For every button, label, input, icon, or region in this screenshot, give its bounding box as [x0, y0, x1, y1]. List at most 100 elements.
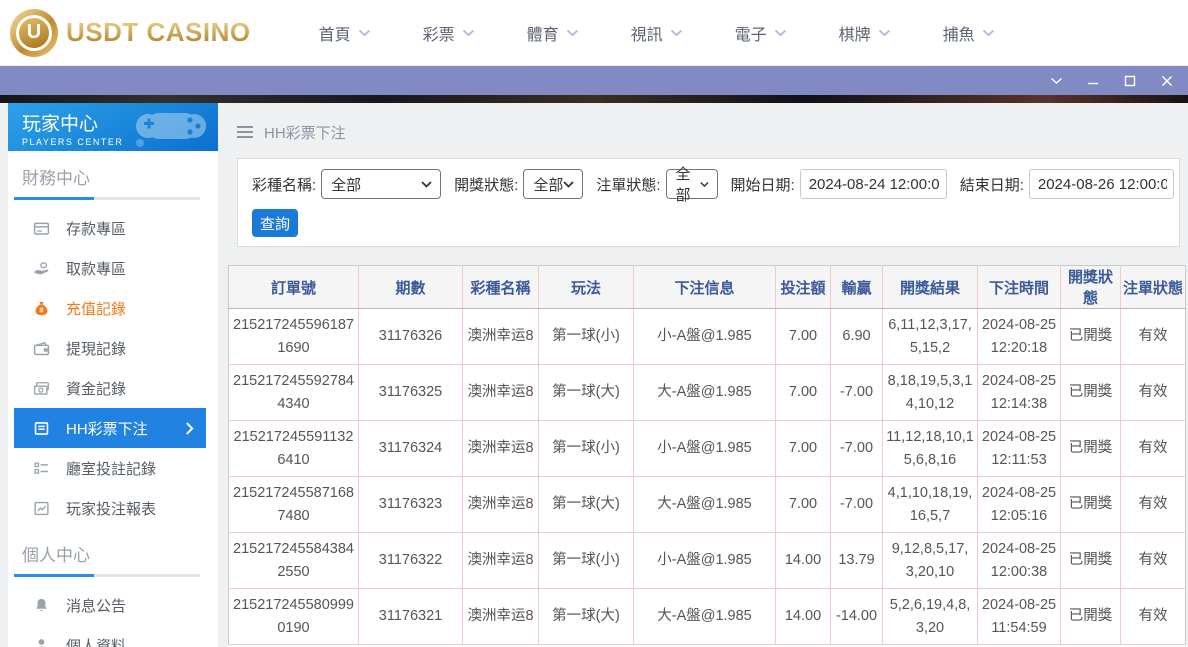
chevron-down-icon [982, 29, 995, 37]
table-cell: 大-A盤@1.985 [633, 588, 776, 645]
table-cell: 已開獎 [1060, 308, 1121, 365]
column-header-4: 玩法 [538, 265, 634, 309]
table-row: 2152172455871687480 31176323 澳洲幸运8 第一球(大) 大-… [228, 476, 1186, 533]
menu-toggle-icon[interactable] [237, 126, 253, 138]
table-cell: 澳洲幸运8 [462, 308, 539, 365]
nav-item-5[interactable]: 電子 [709, 0, 813, 66]
table-cell: 31176322 [358, 532, 463, 589]
table-cell: 2024-08-25 12:00:38 [977, 532, 1061, 589]
table-cell: 已開獎 [1060, 588, 1121, 645]
table-cell: 31176324 [358, 420, 463, 477]
table-cell: 已開獎 [1060, 532, 1121, 589]
column-header-10: 開獎狀態 [1060, 265, 1121, 309]
nav-item-7[interactable]: 捕魚 [917, 0, 1021, 66]
table-cell: 2152172455843842550 [228, 532, 359, 589]
nav-item-4[interactable]: 視訊 [605, 0, 709, 66]
draw-status-label: 開獎狀態: [454, 176, 519, 194]
table-cell: 11,12,18,10,15,6,8,16 [882, 420, 978, 477]
maximize-icon[interactable] [1119, 70, 1141, 92]
table-cell: 第一球(小) [538, 532, 634, 589]
column-header-5: 下注信息 [633, 265, 776, 309]
draw-status-select[interactable]: 全部 [523, 169, 584, 199]
close-icon[interactable] [1156, 70, 1178, 92]
table-cell: 8,18,19,5,3,14,10,12 [882, 364, 978, 421]
ledger-icon [33, 420, 50, 437]
app-window: U USDT CASINO 首頁 彩票 體育 視訊 電子 棋牌 捕魚 玩家中心 PLAYER… [0, 0, 1188, 647]
chevron-down-icon [421, 180, 432, 188]
table-header-row: 訂單號 期數 彩種名稱 玩法 下注信息 投注額 輸贏 開獎結果 下注時間 開獎狀態 注單狀態 [228, 265, 1186, 309]
sidebar-item-0-4[interactable]: 資金記錄 [8, 368, 218, 408]
table-cell: 澳洲幸运8 [462, 588, 539, 645]
start-date-label: 開始日期: [730, 176, 795, 194]
chevron-down-icon [774, 29, 787, 37]
coin-icon: U [10, 8, 58, 57]
sidebar-item-0-3[interactable]: 提現記錄 [8, 328, 218, 368]
nav-item-6[interactable]: 棋牌 [813, 0, 917, 66]
table-cell: 2024-08-25 12:05:16 [977, 476, 1061, 533]
sidebar-item-0-5[interactable]: HH彩票下注 [14, 408, 206, 448]
bet-status-select[interactable]: 全部 [665, 166, 718, 204]
sidebar-header: 玩家中心 PLAYERS CENTER [8, 103, 218, 151]
chevron-down-icon [358, 29, 371, 37]
sidebar-item-label: HH彩票下注 [66, 420, 148, 438]
filter-row: 彩種名稱: 全部 開獎狀態: 全部 注單狀態: 全部 開始日期: 2024-08… [248, 166, 1174, 204]
sidebar-item-0-0[interactable]: 存款專區 [8, 208, 218, 248]
table-cell: 7.00 [775, 420, 831, 477]
brand-logo: U USDT CASINO [10, 8, 251, 57]
chevron-right-icon [185, 421, 194, 435]
end-date-label: 結束日期: [959, 176, 1024, 194]
section-underline [14, 574, 200, 577]
nav-item-3[interactable]: 體育 [501, 0, 605, 66]
brand-name: USDT CASINO [66, 17, 251, 47]
minimize-icon[interactable] [1082, 70, 1104, 92]
deposit-card-icon [33, 220, 50, 237]
bell-icon [33, 597, 50, 614]
column-header-6: 投注額 [775, 265, 831, 309]
table-cell: -7.00 [830, 476, 883, 533]
nav-item-label: 棋牌 [838, 26, 871, 44]
table-cell: 大-A盤@1.985 [633, 476, 776, 533]
sidebar-item-label: 廳室投註記錄 [66, 460, 157, 478]
table-cell: 31176326 [358, 308, 463, 365]
table-cell: 澳洲幸运8 [462, 476, 539, 533]
table-cell: -7.00 [830, 420, 883, 477]
nav-item-1[interactable]: 首頁 [293, 0, 397, 66]
table-cell: 第一球(大) [538, 476, 634, 533]
collapse-icon[interactable] [1045, 70, 1067, 92]
start-date-input[interactable] [799, 169, 947, 199]
window-titlebar [0, 66, 1188, 95]
table-cell: 6.90 [830, 308, 883, 365]
table-cell: 已開獎 [1060, 420, 1121, 477]
table-cell: 2152172455809990190 [228, 588, 359, 645]
table-cell: 第一球(大) [538, 588, 634, 645]
sidebar-item-1-1[interactable]: 個人資料 [8, 625, 218, 647]
lottery-name-select[interactable]: 全部 [321, 169, 442, 199]
breadcrumb: HH彩票下注 [228, 103, 1188, 145]
column-header-7: 輸贏 [830, 265, 883, 309]
decorative-strip [0, 95, 1188, 103]
table-cell: 2152172455911326410 [228, 420, 359, 477]
table-row: 2152172455843842550 31176322 澳洲幸运8 第一球(小) 小-… [228, 532, 1186, 589]
sidebar-item-0-1[interactable]: 取款專區 [8, 248, 218, 288]
search-button[interactable]: 查詢 [252, 209, 298, 237]
chevron-down-icon [566, 29, 579, 37]
nav-item-label: 彩票 [422, 26, 455, 44]
end-date-input[interactable] [1028, 169, 1174, 199]
filter-panel: 彩種名稱: 全部 開獎狀態: 全部 注單狀態: 全部 開始日期: 2024-08… [237, 158, 1180, 247]
sidebar-item-1-0[interactable]: 消息公告 [8, 585, 218, 625]
section-underline [14, 197, 200, 200]
table-cell: 澳洲幸运8 [462, 420, 539, 477]
table-cell: 有效 [1120, 588, 1186, 645]
report-icon [33, 500, 50, 517]
gamepad-icon [136, 113, 206, 147]
nav-item-2[interactable]: 彩票 [397, 0, 501, 66]
sidebar-item-0-7[interactable]: 玩家投注報表 [8, 488, 218, 528]
nav-item-label: 電子 [734, 26, 767, 44]
sidebar-item-0-6[interactable]: 廳室投註記錄 [8, 448, 218, 488]
sidebar-item-0-2[interactable]: ¥ 充值記錄 [8, 288, 218, 328]
bet-status-label: 注單狀態: [596, 176, 661, 194]
sidebar-section-title: 財務中心 [22, 169, 90, 188]
chevron-down-icon [563, 180, 574, 188]
table-cell: 7.00 [775, 364, 831, 421]
table-cell: 有效 [1120, 420, 1186, 477]
